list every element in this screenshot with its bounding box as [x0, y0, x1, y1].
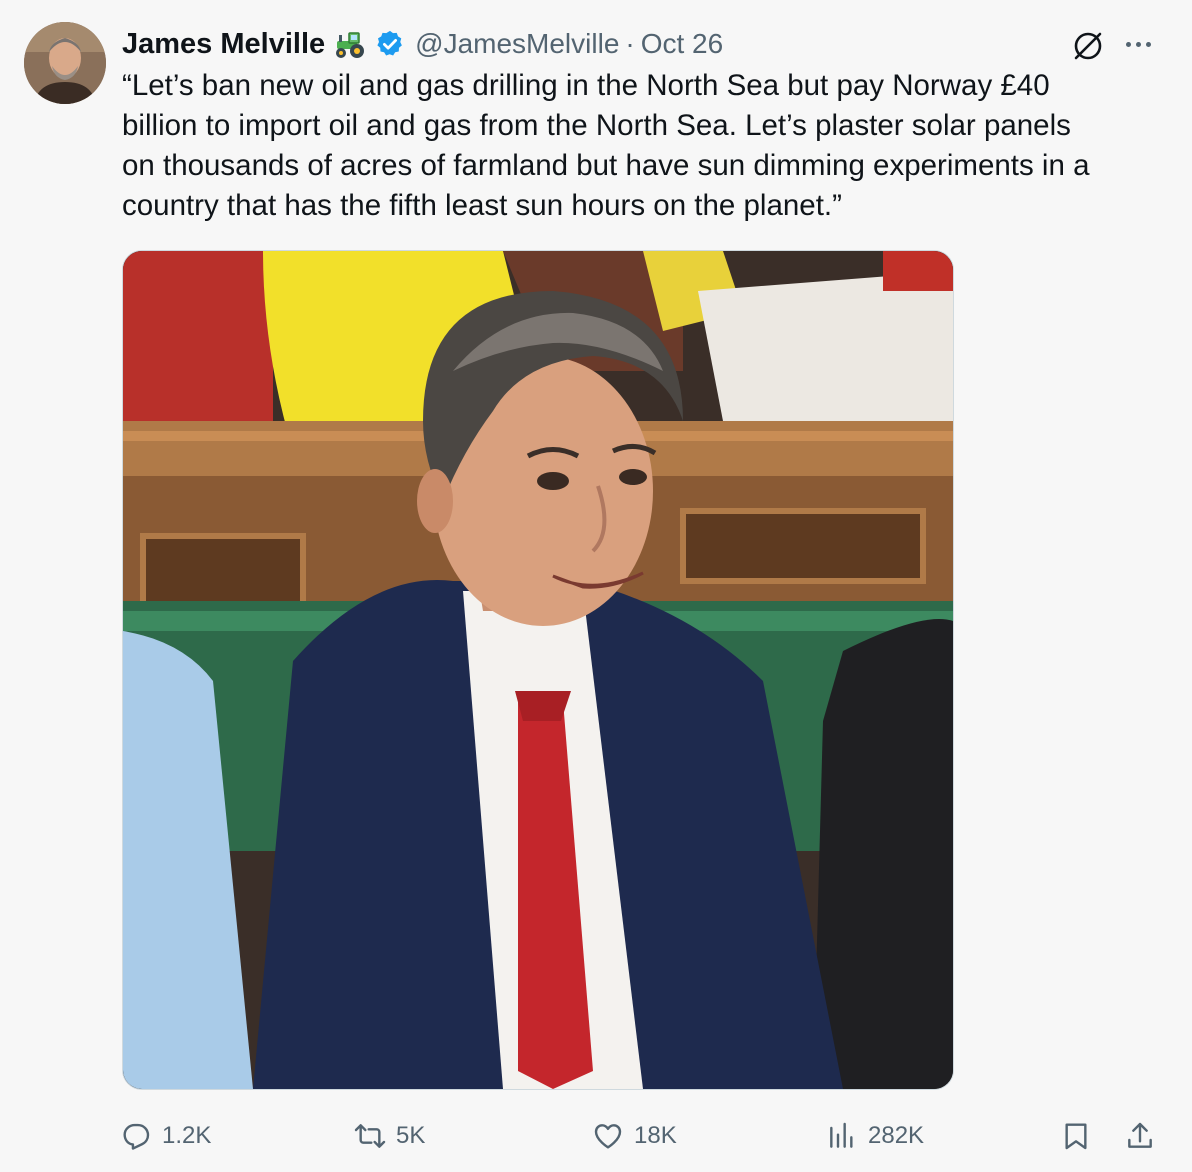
reply-count: 1.2K [162, 1122, 212, 1149]
tweet-header: James Melville @JamesMelville · Oct 26 [122, 24, 1092, 64]
more-options-icon[interactable] [1118, 26, 1158, 62]
tweet-text-line: country that has the fifth least sun hou… [122, 189, 842, 222]
views-button[interactable]: 282K [826, 1112, 924, 1160]
repost-count: 5K [396, 1122, 426, 1149]
heart-icon [594, 1124, 622, 1149]
tweet-text: “Let’s ban new oil and gas drilling in t… [122, 66, 1162, 226]
photo-illustration [123, 251, 953, 1089]
author-handle[interactable]: @JamesMelville [415, 28, 619, 60]
verified-badge-icon[interactable] [375, 29, 405, 59]
avatar-photo [24, 22, 106, 104]
views-chart-icon [830, 1122, 853, 1148]
bookmark-icon [1065, 1123, 1087, 1150]
author-name[interactable]: James Melville [122, 28, 325, 61]
views-count: 282K [868, 1122, 925, 1149]
reply-button[interactable]: 1.2K [120, 1112, 211, 1160]
like-count: 18K [634, 1122, 677, 1149]
tweet-text-line: on thousands of acres of farmland but ha… [122, 149, 1090, 182]
tweet-actions: 1.2K 5K 18K 282K [120, 1112, 1170, 1160]
reply-icon [123, 1123, 150, 1150]
tweet-text-line: “Let’s ban new oil and gas drilling in t… [122, 69, 1050, 102]
like-button[interactable]: 18K [592, 1112, 677, 1160]
separator-dot: · [625, 28, 635, 59]
repost-button[interactable]: 5K [354, 1112, 425, 1160]
tweet-date[interactable]: Oct 26 [641, 28, 723, 60]
grok-icon[interactable] [1070, 28, 1106, 64]
share-icon [1128, 1122, 1152, 1148]
tweet-text-line: billion to import oil and gas from the N… [122, 109, 1071, 142]
author-avatar[interactable] [24, 22, 106, 104]
tweet-media-image[interactable] [122, 250, 954, 1090]
share-button[interactable] [1124, 1112, 1166, 1160]
tractor-icon [333, 29, 369, 59]
bookmark-button[interactable] [1060, 1112, 1102, 1160]
repost-icon [354, 1124, 386, 1148]
